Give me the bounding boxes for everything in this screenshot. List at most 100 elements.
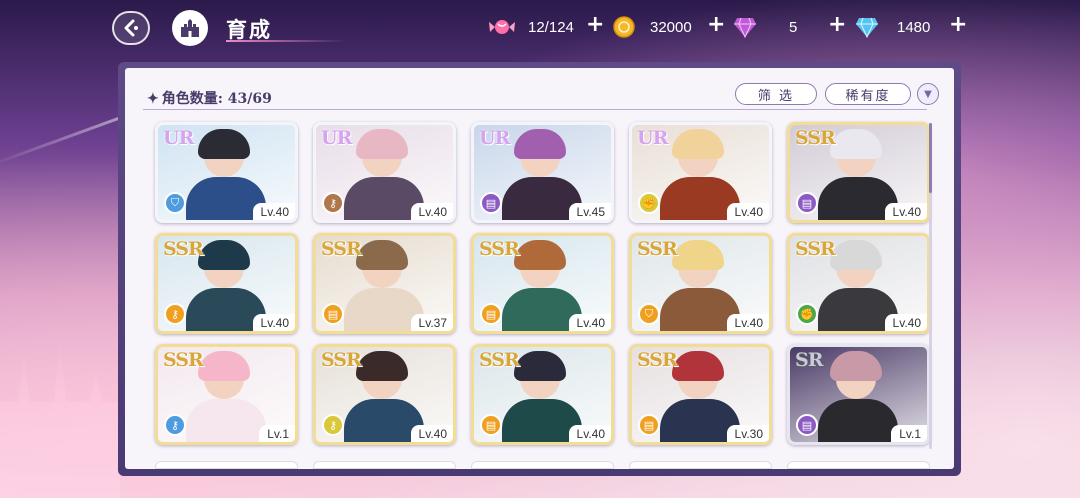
card-stub[interactable] [787,461,930,469]
fist-icon: ✊ [796,303,818,325]
blue-gem-add-button[interactable]: + [949,12,967,37]
castle-icon [181,19,199,37]
key-icon: ⚷ [322,414,344,436]
character-card[interactable]: SSR ⚷ Lv.40 [155,233,298,334]
book-icon: ▤ [480,303,502,325]
coin-icon [613,16,635,38]
character-panel-inner: ✦ 角色数量: 43/69 筛 选 稀有度 ▼ UR ⛉ Lv.40 UR ⚷ Lv.40 U… [125,68,954,469]
rarity-badge: UR [637,127,668,149]
level-label: Lv.45 [568,203,611,220]
rarity-badge: SSR [479,349,520,371]
book-icon: ▤ [796,414,818,436]
fist-icon: ✊ [638,192,660,214]
character-grid: UR ⛉ Lv.40 UR ⚷ Lv.40 UR ▤ Lv.45 UR ✊ Lv.40 SSR ▤ Lv.4… [125,68,954,469]
rarity-badge: SSR [163,238,204,260]
level-label: Lv.40 [884,203,927,220]
character-card[interactable]: SSR ⚷ Lv.40 [313,344,456,445]
book-icon: ▤ [480,192,502,214]
blue-gem-value: 1480 [897,18,931,36]
rarity-badge: SSR [479,238,520,260]
rarity-badge: SSR [321,238,362,260]
rarity-badge: UR [163,127,194,149]
scrollbar[interactable] [929,123,932,449]
top-bar: 育成 12/124 + 32000 + 5 + 1480 + [0,0,1080,56]
character-card[interactable]: UR ✊ Lv.40 [629,122,772,223]
portrait-hair [514,129,566,159]
rarity-badge: UR [321,127,352,149]
pink-gem-value: 5 [789,18,798,36]
title-flourish [226,40,346,42]
pink-diamond-icon [734,17,756,38]
key-icon: ⚷ [164,414,186,436]
stamina-value: 12/124 [528,18,574,36]
gold-add-button[interactable]: + [707,12,725,37]
book-icon: ▤ [796,192,818,214]
back-button[interactable] [112,11,150,45]
level-label: Lv.40 [410,425,453,442]
character-card[interactable]: SSR ▤ Lv.40 [471,344,614,445]
portrait-hair [356,129,408,159]
level-label: Lv.40 [884,314,927,331]
rarity-badge: SSR [163,349,204,371]
book-icon: ▤ [638,414,660,436]
portrait-hair [198,240,250,270]
portrait-hair [356,240,408,270]
back-arrow-icon [124,19,138,37]
level-label: Lv.40 [568,314,611,331]
character-card[interactable]: SSR ▤ Lv.40 [471,233,614,334]
character-card[interactable]: UR ⚷ Lv.40 [313,122,456,223]
gold-resource: 32000 + [612,12,732,39]
stamina-resource: 12/124 + [488,12,608,39]
blue-diamond-icon [856,17,878,38]
gold-value: 32000 [650,18,692,36]
portrait-body [186,399,266,442]
key-icon: ⚷ [322,192,344,214]
stamina-add-button[interactable]: + [586,12,604,37]
level-label: Lv.1 [259,425,295,442]
background-castle [0,338,120,498]
level-label: Lv.40 [252,314,295,331]
level-label: Lv.40 [726,314,769,331]
portrait-hair [672,240,724,270]
character-panel: ✦ 角色数量: 43/69 筛 选 稀有度 ▼ UR ⛉ Lv.40 UR ⚷ Lv.40 U… [118,62,961,476]
portrait-hair [514,240,566,270]
character-card[interactable]: SR ▤ Lv.1 [787,344,930,445]
book-icon: ▤ [480,414,502,436]
portrait-hair [672,351,724,381]
scroll-thumb[interactable] [929,123,932,193]
shield-icon: ⛉ [164,192,186,214]
character-card[interactable]: SSR ▤ Lv.40 [787,122,930,223]
portrait-hair [672,129,724,159]
character-card[interactable]: SSR ⚷ Lv.1 [155,344,298,445]
key-icon: ⚷ [164,303,186,325]
portrait-hair [830,129,882,159]
level-label: Lv.40 [410,203,453,220]
level-label: Lv.40 [252,203,295,220]
portrait-hair [830,240,882,270]
pink-gem-resource: 5 + [733,12,848,39]
card-stub[interactable] [471,461,614,469]
level-label: Lv.37 [410,314,453,331]
rarity-badge: SSR [637,238,678,260]
character-card[interactable]: SSR ✊ Lv.40 [787,233,930,334]
home-button[interactable] [172,10,208,46]
rarity-badge: SSR [795,127,836,149]
book-icon: ▤ [322,303,344,325]
blue-gem-resource: 1480 + [855,12,970,39]
card-stub[interactable] [629,461,772,469]
candy-icon [489,20,515,34]
portrait-body [818,399,898,442]
character-card[interactable]: UR ▤ Lv.45 [471,122,614,223]
level-label: Lv.40 [568,425,611,442]
card-stub[interactable] [155,461,298,469]
character-card[interactable]: SSR ⛉ Lv.40 [629,233,772,334]
character-card[interactable]: SSR ▤ Lv.30 [629,344,772,445]
shield-icon: ⛉ [638,303,660,325]
level-label: Lv.1 [891,425,927,442]
character-card[interactable]: SSR ▤ Lv.37 [313,233,456,334]
portrait-hair [198,129,250,159]
card-stub[interactable] [313,461,456,469]
portrait-hair [356,351,408,381]
character-card[interactable]: UR ⛉ Lv.40 [155,122,298,223]
pink-gem-add-button[interactable]: + [828,12,846,37]
